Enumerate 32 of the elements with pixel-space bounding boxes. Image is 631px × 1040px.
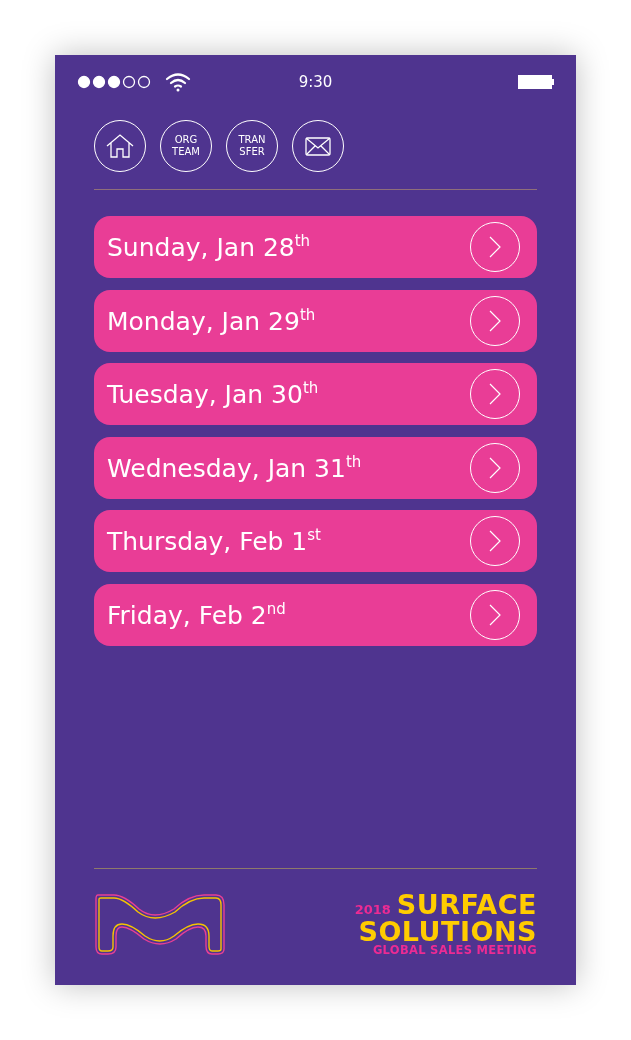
day-label: Monday, Jan 29$^{th}$ — [107, 305, 317, 336]
battery-icon — [518, 75, 554, 89]
status-time: 9:30 — [298, 73, 333, 91]
open-day-button[interactable] — [470, 222, 520, 272]
logo-icon — [94, 891, 226, 957]
day-row[interactable]: Thursday, Feb 1$^{st}$ — [94, 510, 537, 572]
chevron-right-icon — [489, 236, 501, 258]
open-day-button[interactable] — [470, 516, 520, 566]
signal-icon — [77, 75, 151, 89]
day-row[interactable]: Sunday, Jan 28$^{th}$ — [94, 216, 537, 278]
day-label: Tuesday, Jan 30$^{th}$ — [107, 379, 320, 409]
day-row[interactable]: Friday, Feb 2$^{nd}$ — [94, 583, 537, 646]
day-label: Wednesday, Jan 31$^{th}$ — [107, 452, 363, 483]
day-row[interactable]: Wednesday, Jan 31$^{th}$ — [94, 436, 537, 499]
home-icon — [106, 134, 134, 158]
day-row[interactable]: Monday, Jan 29$^{th}$ — [94, 289, 537, 352]
event-year: 2018 — [354, 903, 391, 917]
chevron-right-icon — [489, 603, 501, 626]
event-title: SURFACE — [396, 891, 537, 919]
mail-icon — [305, 136, 331, 156]
chevron-right-icon — [489, 309, 501, 332]
day-row[interactable]: Tuesday, Jan 30$^{th}$ — [94, 363, 537, 425]
day-label: Friday, Feb 2$^{nd}$ — [107, 599, 287, 630]
event-subtitle: GLOBAL SALES MEETING — [372, 945, 537, 957]
event-title: SOLUTIONS — [358, 918, 537, 946]
open-day-button[interactable] — [470, 369, 520, 419]
chevron-right-icon — [489, 383, 501, 405]
chevron-right-icon — [489, 456, 501, 479]
wifi-icon — [165, 72, 191, 92]
day-label: Sunday, Jan 28$^{th}$ — [107, 232, 312, 262]
chevron-right-icon — [489, 530, 501, 552]
day-label: Thursday, Feb 1$^{st}$ — [107, 526, 322, 556]
